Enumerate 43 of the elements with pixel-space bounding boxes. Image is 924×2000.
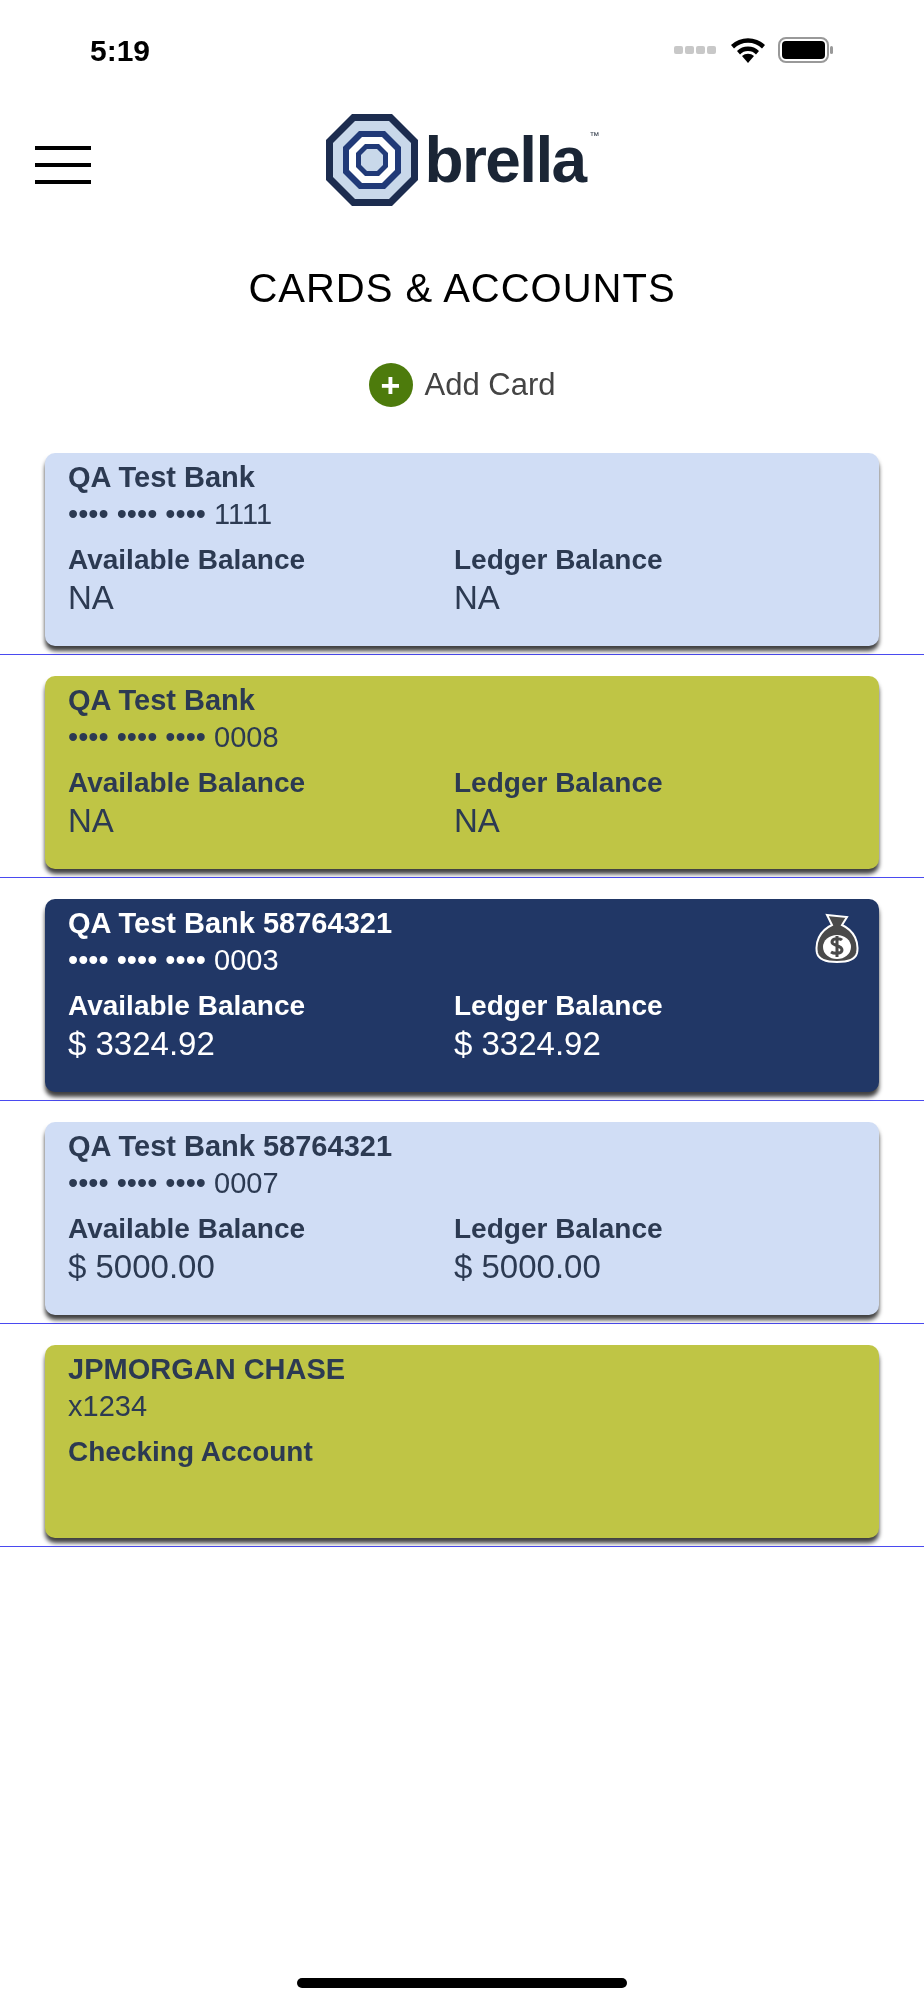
balance-label: Available Balance [68,1211,307,1246]
balance-label: Ledger Balance [454,765,664,800]
balance-label: Ledger Balance [454,1211,664,1246]
balance-value: NA [454,800,501,841]
bank-name: QA Test Bank [68,459,256,495]
account-card[interactable]: JPMORGAN CHASE x1234 Checking Account [45,1344,879,1538]
trademark-mark: ™ [589,129,600,143]
balance-label: Available Balance [68,765,307,800]
balance-value: $ 3324.92 [454,1023,602,1064]
balance-value: $ 3324.92 [68,1023,216,1064]
balance-label: Ledger Balance [454,988,664,1023]
menu-button[interactable] [35,144,91,186]
bank-name: QA Test Bank 58764321 [68,905,393,941]
status-time: 5:19 [90,32,151,69]
bank-name: JPMORGAN CHASE [68,1351,347,1387]
bank-card[interactable]: QA Test Bank •••• •••• •••• 0008 Available Balance Ledger Balance NA NA [45,675,879,869]
bank-card[interactable]: QA Test Bank •••• •••• •••• 1111 Available Balance Ledger Balance NA NA [45,452,879,646]
logo-text: brella [424,128,586,192]
plus-icon: + [368,363,413,408]
balance-value: NA [68,577,115,618]
bank-card[interactable]: QA Test Bank 58764321 •••• •••• •••• 0003 Available Balance Ledger Balance $ 3324.92 $ 3324.92 [45,898,879,1092]
battery-icon [778,36,834,64]
octagon-logo-icon [324,112,421,208]
signal-icon [674,44,718,56]
wifi-icon [730,36,766,64]
page-title: CARDS & ACCOUNTS [248,265,676,312]
bank-name: QA Test Bank 58764321 [68,1128,393,1164]
balance-value: $ 5000.00 [454,1246,602,1287]
add-card-button[interactable]: + Add Card [368,362,556,409]
card-number: •••• •••• •••• 0008 [68,719,280,755]
card-number: x1234 [68,1388,148,1424]
bank-card[interactable]: QA Test Bank 58764321 •••• •••• •••• 0007 Available Balance Ledger Balance $ 5000.00 $ 5000.00 [45,1121,879,1315]
balance-value: NA [68,800,115,841]
card-number: •••• •••• •••• 0007 [68,1165,280,1201]
balance-value: $ 5000.00 [68,1246,216,1287]
balance-label: Ledger Balance [454,542,664,577]
balance-value: NA [454,577,501,618]
balance-label: Available Balance [68,542,307,577]
bank-name: QA Test Bank [68,682,256,718]
card-number: •••• •••• •••• 0003 [68,942,280,978]
balance-label: Available Balance [68,988,307,1023]
account-type: Checking Account [68,1434,314,1469]
card-number: •••• •••• •••• 1111 [68,496,274,532]
